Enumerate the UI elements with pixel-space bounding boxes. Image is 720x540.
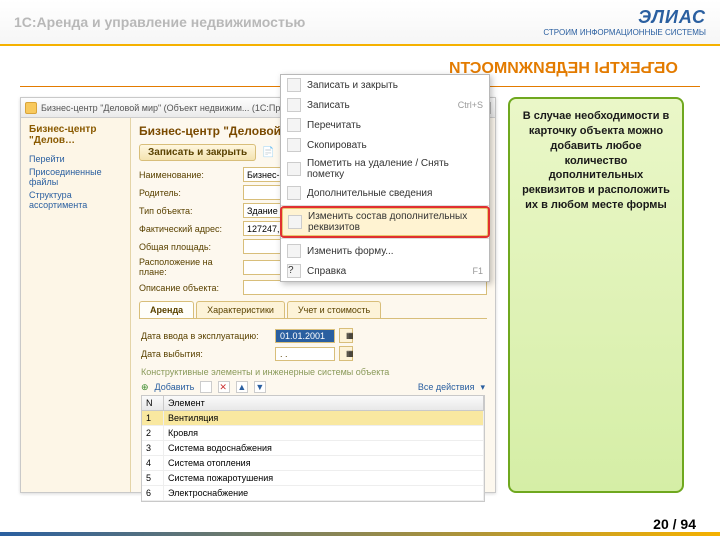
add-icon[interactable]: ⊕ [141, 382, 149, 393]
cm-additional-info[interactable]: Дополнительные сведения [281, 183, 489, 203]
copy-icon [287, 138, 301, 152]
info-icon [287, 186, 301, 200]
tabs: Аренда Характеристики Учет и стоимость [139, 301, 487, 319]
cm-change-form[interactable]: Изменить форму... [281, 241, 489, 261]
logo-text: ЭЛИАС [543, 7, 706, 28]
edit-icon[interactable] [200, 381, 212, 393]
top-bar: 1С:Аренда и управление недвижимостью ЭЛИ… [0, 0, 720, 46]
fieldset-title: Конструктивные элементы и инженерные сис… [141, 367, 485, 377]
sidepanel-title: Бизнес-центр "Делов… [29, 124, 122, 146]
name-label: Наименование: [139, 170, 239, 180]
enter-date-field[interactable]: 01.01.2001 [275, 329, 335, 343]
save-icon[interactable]: 📄 [262, 147, 274, 159]
edit-props-icon [288, 215, 302, 229]
col-element[interactable]: Элемент [164, 396, 484, 410]
cm-help[interactable]: ?СправкаF1 [281, 261, 489, 281]
cm-copy[interactable]: Скопировать [281, 135, 489, 155]
grid-row[interactable]: 4Система отопления [142, 456, 484, 471]
mark-delete-icon [287, 162, 301, 176]
exit-date-label: Дата выбытия: [141, 349, 271, 359]
calendar-icon[interactable]: ▦ [339, 328, 353, 343]
enter-date-label: Дата ввода в эксплуатацию: [141, 331, 271, 341]
side-panel: Бизнес-центр "Делов… Перейти Присоединен… [21, 118, 131, 492]
grid-row[interactable]: 3Система водоснабжения [142, 441, 484, 456]
page-number: 20 / 94 [653, 516, 696, 532]
cm-save[interactable]: ЗаписатьCtrl+S [281, 95, 489, 115]
form-icon [287, 244, 301, 258]
grid-row[interactable]: 5Система пожаротушения [142, 471, 484, 486]
app-icon [25, 102, 37, 114]
grid-row[interactable]: 6Электроснабжение [142, 486, 484, 501]
tab-rent[interactable]: Аренда [139, 301, 194, 318]
chevron-down-icon[interactable]: ▾ [480, 382, 485, 393]
delete-icon[interactable]: ✕ [218, 381, 230, 393]
plan-label: Расположение на плане: [139, 257, 239, 277]
grid-row[interactable]: 1Вентиляция [142, 411, 484, 426]
table-all-actions[interactable]: Все действия [418, 382, 475, 392]
footer-line [0, 532, 720, 536]
save-icon [287, 98, 301, 112]
parent-label: Родитель: [139, 188, 239, 198]
cm-save-close[interactable]: Записать и закрыть [281, 75, 489, 95]
save-close-button[interactable]: Записать и закрыть [139, 144, 256, 161]
calendar-icon[interactable]: ▦ [339, 346, 353, 361]
elements-grid[interactable]: N Элемент 1Вентиляция 2Кровля 3Система в… [141, 395, 485, 502]
save-close-icon [287, 78, 301, 92]
menu-separator [281, 238, 489, 239]
logo-subtitle: СТРОИМ ИНФОРМАЦИОННЫЕ СИСТЕМЫ [543, 28, 706, 37]
reread-icon [287, 118, 301, 132]
cm-change-requisites[interactable]: Изменить состав дополнительных реквизито… [282, 208, 488, 236]
cm-reread[interactable]: Перечитать [281, 115, 489, 135]
cm-mark-delete[interactable]: Пометить на удаление / Снять пометку [281, 155, 489, 183]
tab-characteristics[interactable]: Характеристики [196, 301, 285, 318]
context-menu[interactable]: Записать и закрыть ЗаписатьCtrl+S Перечи… [280, 74, 490, 282]
table-toolbar: ⊕ Добавить ✕ ▲ ▼ Все действия ▾ [141, 381, 485, 393]
app-title: 1С:Аренда и управление недвижимостью [14, 14, 305, 30]
sidepanel-link[interactable]: Присоединенные файлы [29, 167, 122, 187]
col-n[interactable]: N [142, 396, 164, 410]
addr-label: Фактический адрес: [139, 224, 239, 234]
exit-date-field[interactable]: . . [275, 347, 335, 361]
help-icon: ? [287, 264, 301, 278]
grid-row[interactable]: 2Кровля [142, 426, 484, 441]
down-icon[interactable]: ▼ [254, 381, 266, 393]
callout-box: В случае необходимости в карточку объект… [508, 97, 684, 493]
sidepanel-link[interactable]: Перейти [29, 154, 122, 164]
type-label: Тип объекта: [139, 206, 239, 216]
menu-separator [281, 205, 489, 206]
desc-label: Описание объекта: [139, 283, 239, 293]
area-label: Общая площадь: [139, 242, 239, 252]
desc-field[interactable] [243, 280, 487, 295]
tab-accounting[interactable]: Учет и стоимость [287, 301, 381, 318]
up-icon[interactable]: ▲ [236, 381, 248, 393]
sidepanel-link[interactable]: Структура ассортимента [29, 190, 122, 210]
logo: ЭЛИАС СТРОИМ ИНФОРМАЦИОННЫЕ СИСТЕМЫ [543, 7, 706, 37]
add-button[interactable]: Добавить [155, 382, 195, 392]
